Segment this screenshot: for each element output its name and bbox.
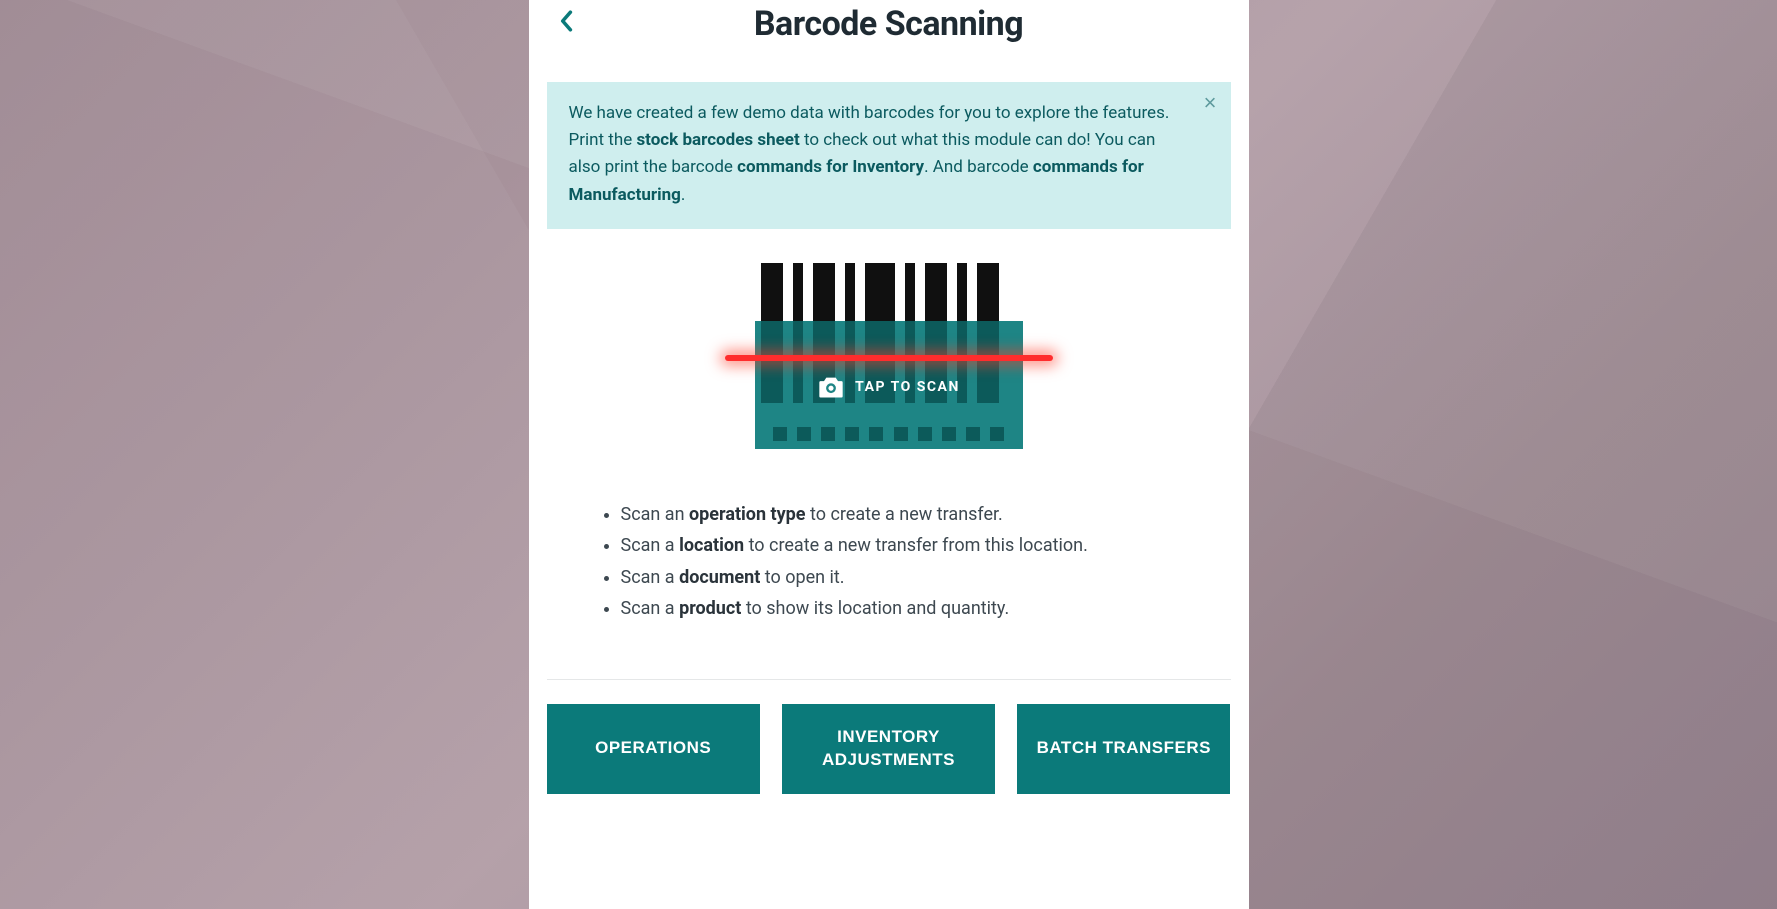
- inventory-commands-link[interactable]: commands for Inventory: [737, 157, 924, 177]
- main-card: Barcode Scanning × We have created a few…: [529, 0, 1249, 909]
- info-alert: × We have created a few demo data with b…: [547, 82, 1231, 229]
- inventory-adjustments-button[interactable]: INVENTORY ADJUSTMENTS: [782, 704, 995, 794]
- chevron-left-icon: [559, 10, 573, 32]
- list-item: Scan a location to create a new transfer…: [621, 530, 1179, 562]
- scan-laser-icon: [725, 355, 1053, 361]
- header: Barcode Scanning: [529, 0, 1249, 68]
- back-button[interactable]: [551, 6, 581, 36]
- divider: [547, 679, 1231, 680]
- list-item: Scan an operation type to create a new t…: [621, 499, 1179, 531]
- alert-text: We have created a few demo data with bar…: [569, 103, 1170, 205]
- action-buttons: OPERATIONS INVENTORY ADJUSTMENTS BATCH T…: [547, 704, 1231, 794]
- batch-transfers-button[interactable]: BATCH TRANSFERS: [1017, 704, 1230, 794]
- list-item: Scan a document to open it.: [621, 562, 1179, 594]
- tap-to-scan-button[interactable]: TAP TO SCAN: [755, 263, 1023, 449]
- stock-barcodes-link[interactable]: stock barcodes sheet: [636, 130, 799, 150]
- page-title: Barcode Scanning: [549, 4, 1229, 44]
- tap-to-scan-label: TAP TO SCAN: [855, 379, 960, 395]
- close-alert-button[interactable]: ×: [1204, 92, 1217, 114]
- camera-icon: [817, 375, 845, 399]
- operations-button[interactable]: OPERATIONS: [547, 704, 760, 794]
- instructions-list: Scan an operation type to create a new t…: [599, 499, 1179, 625]
- list-item: Scan a product to show its location and …: [621, 593, 1179, 625]
